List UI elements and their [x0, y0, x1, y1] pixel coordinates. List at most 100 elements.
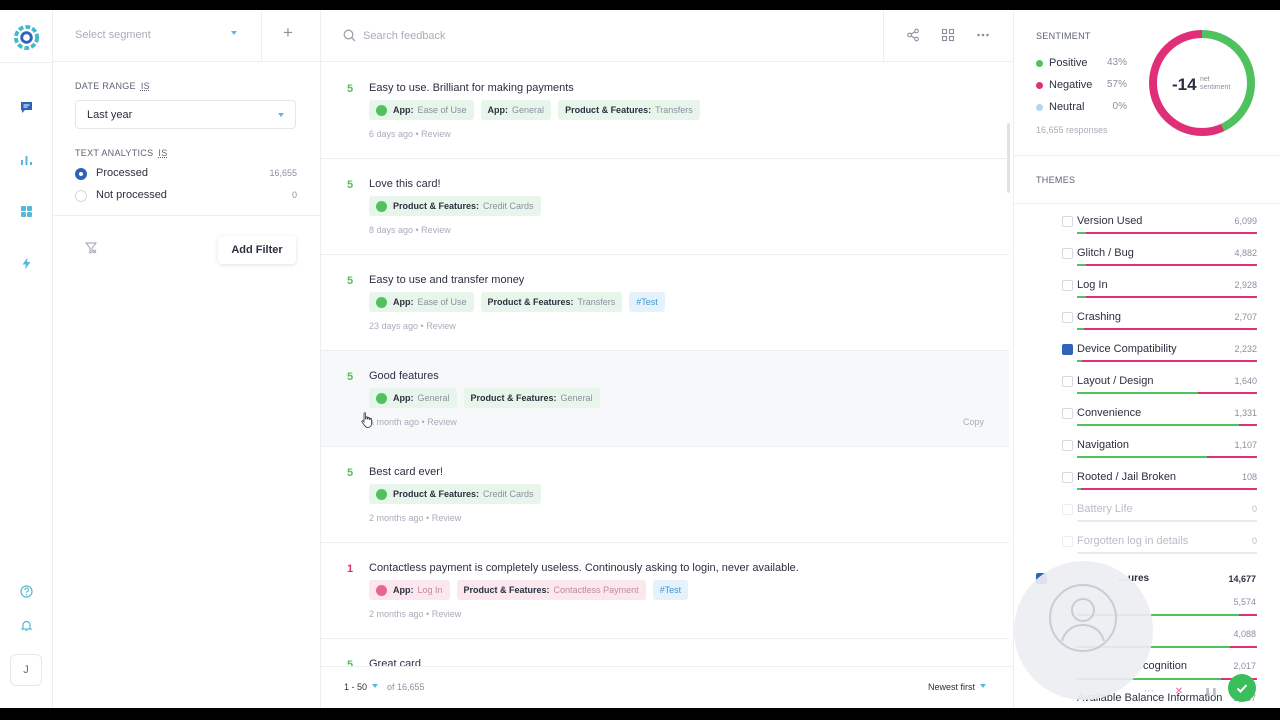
theme-tag[interactable]: App: Ease of Use [369, 292, 474, 312]
radio-button[interactable] [75, 168, 87, 180]
theme-row[interactable]: Version Used 6,099 [1056, 215, 1257, 241]
share-icon[interactable] [906, 28, 920, 42]
tag-list: App: Ease of Use Product & Features: Trans… [369, 292, 665, 312]
neutral-dot-icon [1036, 104, 1043, 111]
recorder-confirm-button[interactable] [1228, 674, 1256, 702]
theme-checkbox[interactable] [1062, 504, 1073, 515]
hashtag-tag[interactable]: #Test [652, 580, 689, 600]
theme-label: Battery Life [1077, 503, 1133, 515]
theme-label: Convenience [1077, 407, 1142, 419]
theme-row[interactable]: Forgotten log in details 0 [1056, 535, 1257, 561]
theme-checkbox[interactable] [1062, 472, 1073, 483]
help-icon[interactable] [18, 583, 34, 599]
clear-filters-icon[interactable] [85, 242, 97, 254]
processed-radio-option[interactable]: Processed 16,655 [75, 166, 297, 182]
copy-button[interactable]: Copy [963, 417, 984, 427]
add-filter-button[interactable]: Add Filter [218, 236, 296, 264]
theme-tag[interactable]: Product & Features: Transfers [558, 100, 700, 120]
radio-button[interactable] [75, 190, 87, 202]
theme-count: 6,099 [1234, 216, 1257, 226]
theme-tag[interactable]: Product & Features: Credit Cards [369, 196, 541, 216]
theme-tag[interactable]: Product & Features: Credit Cards [369, 484, 541, 504]
analytics-nav-icon[interactable] [18, 151, 34, 167]
date-range-select[interactable]: Last year [75, 100, 296, 129]
rating-score: 5 [347, 467, 354, 479]
feedback-card[interactable]: 5 Best card ever! Product & Features: Cre… [321, 447, 1009, 543]
search-input[interactable] [363, 27, 763, 45]
feedback-nav-icon[interactable] [18, 99, 34, 115]
theme-sentiment-bar [1077, 488, 1257, 490]
recorder-more-button[interactable]: ⋯ [1141, 683, 1157, 699]
sentiment-positive-row[interactable]: Positive 43% [1036, 57, 1136, 71]
dashboard-nav-icon[interactable] [18, 203, 34, 219]
feedback-card[interactable]: 5 Easy to use and transfer money App: Eas… [321, 255, 1009, 351]
theme-checkbox[interactable] [1062, 312, 1073, 323]
theme-sentiment-bar [1077, 424, 1257, 426]
feedback-card[interactable]: 5 Good features App: General Product & Fe… [321, 351, 1009, 447]
theme-row[interactable]: Crashing 2,707 [1056, 311, 1257, 337]
grid-view-icon[interactable] [941, 28, 955, 42]
theme-positive-fill [1077, 488, 1081, 490]
theme-checkbox[interactable] [1062, 408, 1073, 419]
theme-row[interactable]: Convenience 1,331 [1056, 407, 1257, 433]
sentiment-negative-row[interactable]: Negative 57% [1036, 79, 1136, 93]
theme-sentiment-bar [1077, 456, 1257, 458]
add-segment-button[interactable]: + [283, 24, 293, 42]
rail-divider [0, 62, 53, 63]
user-avatar[interactable]: J [10, 654, 42, 686]
theme-checkbox[interactable] [1062, 280, 1073, 291]
theme-tag[interactable]: Product & Features: General [463, 388, 600, 408]
feedback-meta: 23 days ago • Review [369, 321, 456, 331]
feedback-card[interactable]: 5 Great card [321, 639, 1009, 666]
theme-row[interactable]: Log In 2,928 [1056, 279, 1257, 305]
panel-divider [1014, 155, 1280, 156]
theme-checkbox[interactable] [1062, 344, 1073, 355]
theme-tag[interactable]: App: Log In [369, 580, 450, 600]
page-range-select[interactable]: 1 - 50 [344, 682, 379, 692]
feedback-meta: 8 days ago • Review [369, 225, 451, 235]
theme-checkbox[interactable] [1062, 216, 1073, 227]
recorder-cancel-button[interactable]: ✕ [1171, 683, 1187, 699]
notifications-bell-icon[interactable] [18, 617, 34, 633]
theme-positive-fill [1077, 456, 1207, 458]
theme-row[interactable]: Glitch / Bug 4,882 [1056, 247, 1257, 273]
panel-divider [1014, 203, 1280, 204]
more-options-icon[interactable] [976, 28, 990, 42]
text-analytics-filter-label: Text analytics IS [75, 148, 168, 158]
segment-caret-icon[interactable] [231, 31, 237, 35]
theme-checkbox[interactable] [1062, 440, 1073, 451]
rating-score: 1 [347, 563, 354, 575]
theme-tag[interactable]: App: Ease of Use [369, 100, 474, 120]
theme-tag[interactable]: Product & Features: Transfers [480, 292, 623, 312]
theme-checkbox[interactable] [1062, 536, 1073, 547]
theme-row[interactable]: Battery Life 0 [1056, 503, 1257, 529]
theme-row[interactable]: Rooted / Jail Broken 108 [1056, 471, 1257, 497]
theme-row[interactable]: Device Compatibility 2,232 [1056, 343, 1257, 369]
hashtag-tag[interactable]: #Test [629, 292, 665, 312]
not-processed-radio-option[interactable]: Not processed 0 [75, 188, 297, 204]
theme-checkbox[interactable] [1062, 376, 1073, 387]
theme-label: Version Used [1077, 215, 1143, 227]
theme-label: Glitch / Bug [1077, 247, 1134, 259]
automation-nav-icon[interactable] [18, 255, 34, 271]
theme-sentiment-bar [1077, 360, 1257, 362]
theme-row[interactable]: Navigation 1,107 [1056, 439, 1257, 465]
recorder-pause-button[interactable]: ❚❚ [1203, 683, 1219, 699]
theme-count: 2,232 [1234, 344, 1257, 354]
sort-select[interactable]: Newest first [928, 682, 986, 692]
theme-tag[interactable]: App: General [369, 388, 457, 408]
segment-select[interactable]: Select segment [75, 29, 151, 41]
app-logo-icon[interactable] [13, 24, 40, 51]
theme-positive-fill [1077, 232, 1086, 234]
theme-row[interactable]: Layout / Design 1,640 [1056, 375, 1257, 401]
theme-tag[interactable]: App: General [480, 100, 552, 120]
theme-tag[interactable]: Product & Features: Contactless Payment [456, 580, 646, 600]
theme-label: Forgotten log in details [1077, 535, 1189, 547]
sentiment-neutral-row[interactable]: Neutral 0% [1036, 101, 1136, 115]
filters-panel: Select segment + Date range IS Last year … [53, 10, 321, 708]
feedback-card[interactable]: 5 Love this card! Product & Features: Cre… [321, 159, 1009, 255]
feedback-card[interactable]: 1 Contactless payment is completely usel… [321, 543, 1009, 639]
feedback-card[interactable]: 5 Easy to use. Brilliant for making paym… [321, 63, 1009, 159]
theme-positive-fill [1077, 424, 1239, 426]
theme-checkbox[interactable] [1062, 248, 1073, 259]
